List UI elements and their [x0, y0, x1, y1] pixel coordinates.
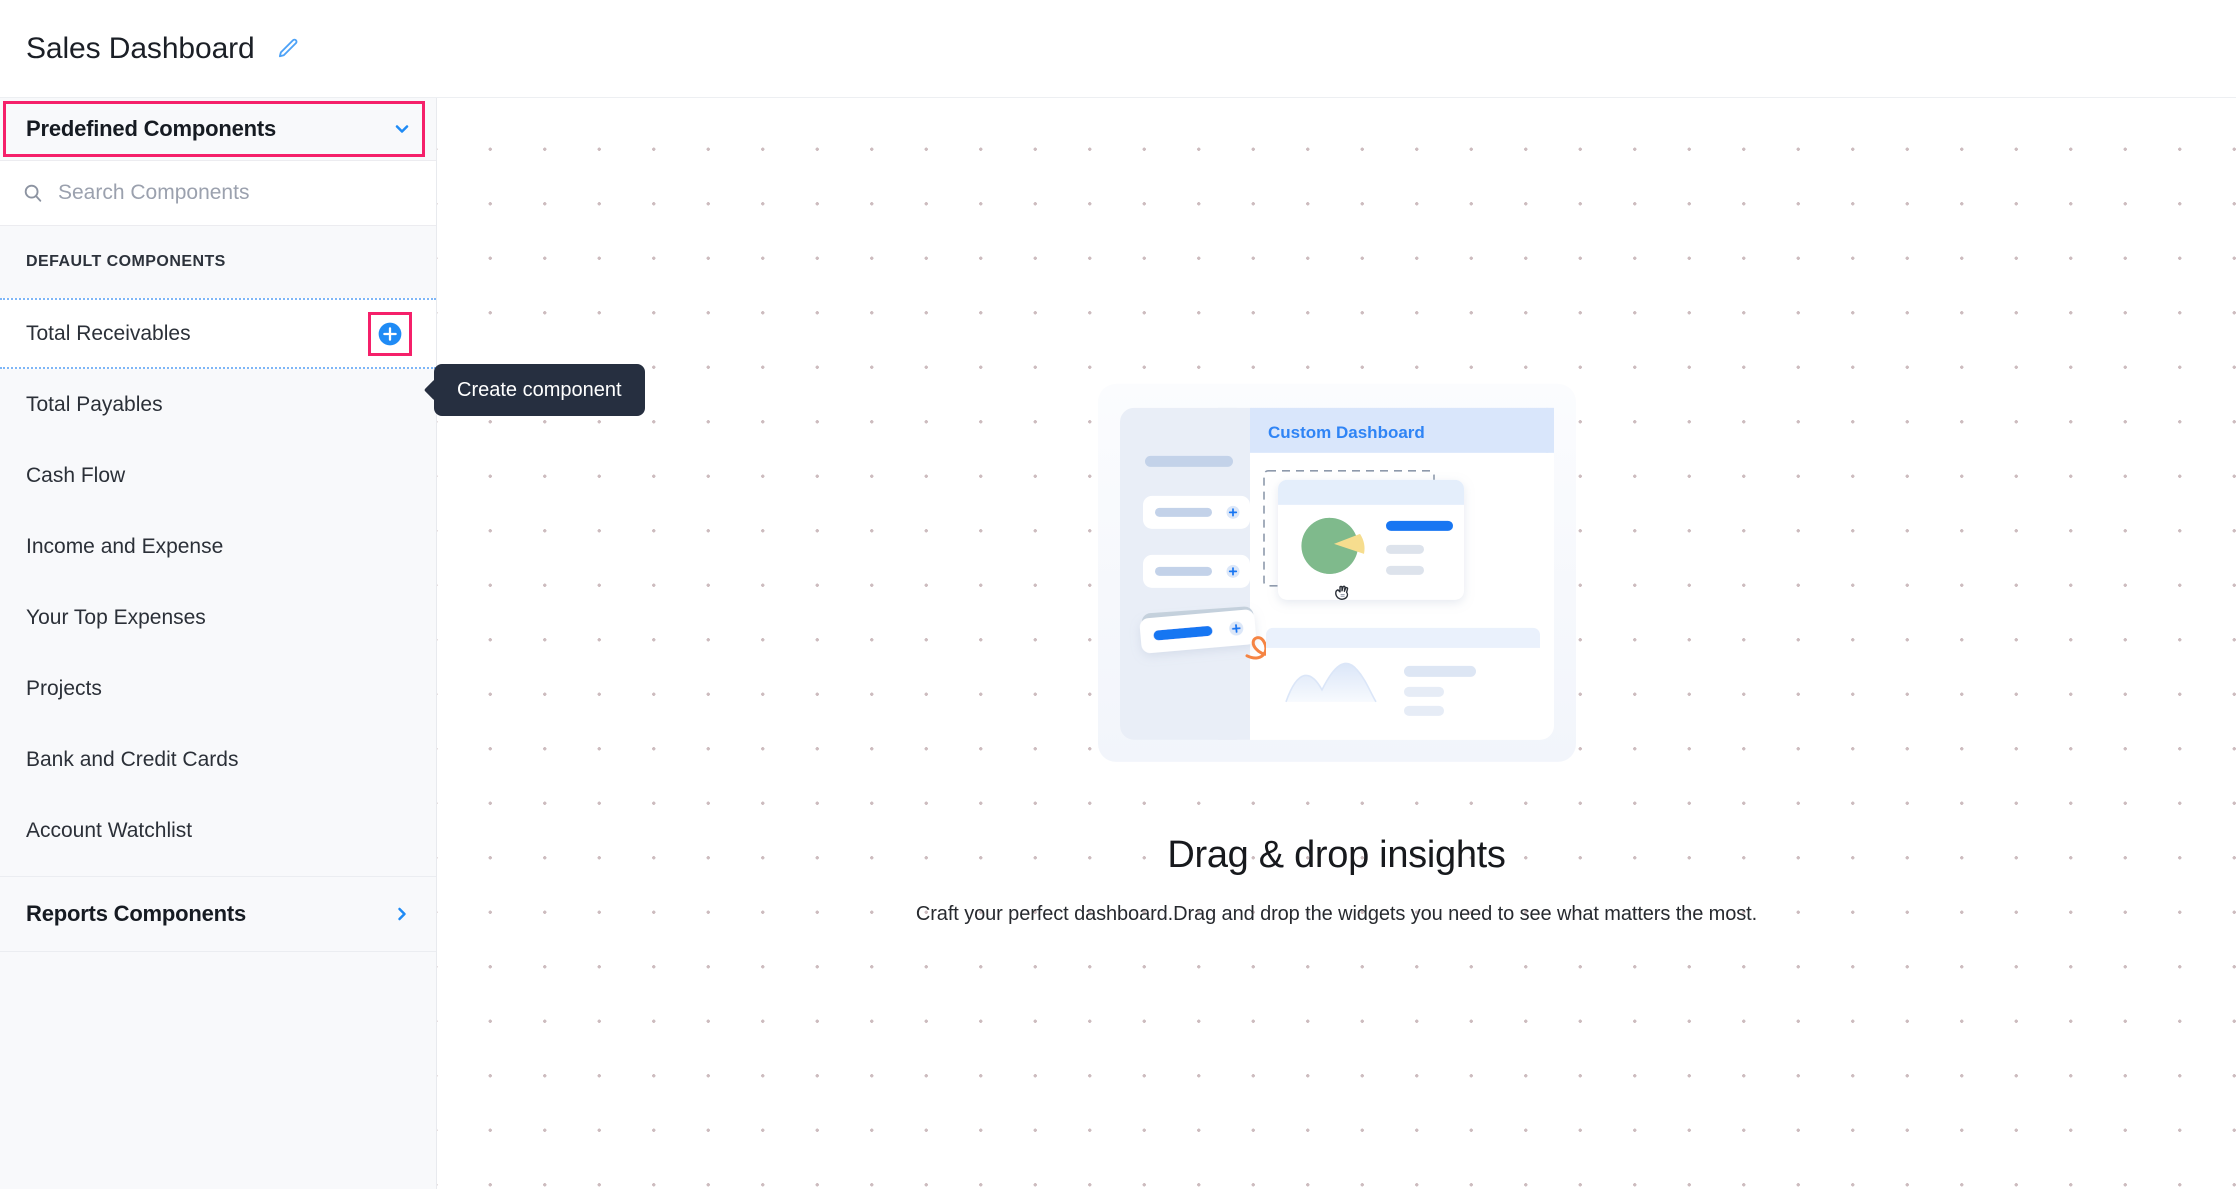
app-root: Sales Dashboard Predefined Components Se…: [0, 0, 2236, 1189]
list-item-bank-and-credit-cards[interactable]: Bank and Credit Cards: [0, 724, 436, 795]
list-item-label: Total Payables: [26, 392, 163, 416]
chevron-right-icon[interactable]: [392, 904, 412, 924]
create-component-tooltip: Create component: [434, 364, 645, 416]
reports-components-header[interactable]: Reports Components: [0, 876, 436, 952]
list-item-total-payables[interactable]: Total Payables: [0, 369, 436, 440]
tooltip-text: Create component: [457, 378, 622, 401]
empty-state: Custom Dashboard Drag & drop insights Cr…: [437, 383, 2236, 925]
list-item-label: Bank and Credit Cards: [26, 747, 239, 771]
dashboard-canvas[interactable]: Custom Dashboard Drag & drop insights Cr…: [437, 98, 2236, 1189]
list-item-label: Account Watchlist: [26, 818, 193, 842]
sidebar-filler: [0, 952, 436, 1189]
app-header: Sales Dashboard: [0, 0, 2236, 98]
list-item-projects[interactable]: Projects: [0, 653, 436, 724]
list-item-total-receivables[interactable]: Total Receivables: [0, 298, 436, 369]
list-item-income-and-expense[interactable]: Income and Expense: [0, 511, 436, 582]
search-components-field[interactable]: [0, 160, 436, 226]
list-item-your-top-expenses[interactable]: Your Top Expenses: [0, 582, 436, 653]
list-item-label: Cash Flow: [26, 463, 126, 487]
components-sidebar: Predefined Components DEFAULT COMPONENTS: [0, 98, 437, 1189]
body-row: Predefined Components DEFAULT COMPONENTS: [0, 98, 2236, 1189]
chevron-down-icon[interactable]: [392, 119, 412, 139]
list-item-account-watchlist[interactable]: Account Watchlist: [0, 795, 436, 866]
list-item-label: Projects: [26, 676, 102, 700]
empty-state-subtitle: Craft your perfect dashboard.Drag and dr…: [915, 902, 1758, 925]
drag-drop-dashboard-illustration: Custom Dashboard: [1097, 383, 1576, 762]
search-input[interactable]: [58, 181, 412, 205]
predefined-components-header[interactable]: Predefined Components: [0, 98, 436, 160]
list-item-label: Your Top Expenses: [26, 605, 206, 629]
search-icon: [22, 182, 44, 204]
empty-state-title: Drag & drop insights: [1167, 833, 1506, 876]
default-components-section-label: DEFAULT COMPONENTS: [0, 226, 436, 298]
illustration-svg: Custom Dashboard: [1119, 407, 1554, 740]
default-components-list: Total Receivables Total Payables Cash Fl…: [0, 298, 436, 866]
create-component-button[interactable]: [368, 311, 412, 356]
list-item-label: Income and Expense: [26, 534, 224, 558]
illustration-panel-title: Custom Dashboard: [1268, 422, 1425, 441]
pencil-icon[interactable]: [274, 35, 302, 63]
plus-circle-icon: [378, 322, 402, 345]
list-item-label: Total Receivables: [26, 321, 191, 345]
reports-components-label: Reports Components: [26, 901, 247, 926]
predefined-components-label: Predefined Components: [26, 116, 277, 141]
page-title: Sales Dashboard: [26, 31, 255, 65]
list-item-cash-flow[interactable]: Cash Flow: [0, 440, 436, 511]
